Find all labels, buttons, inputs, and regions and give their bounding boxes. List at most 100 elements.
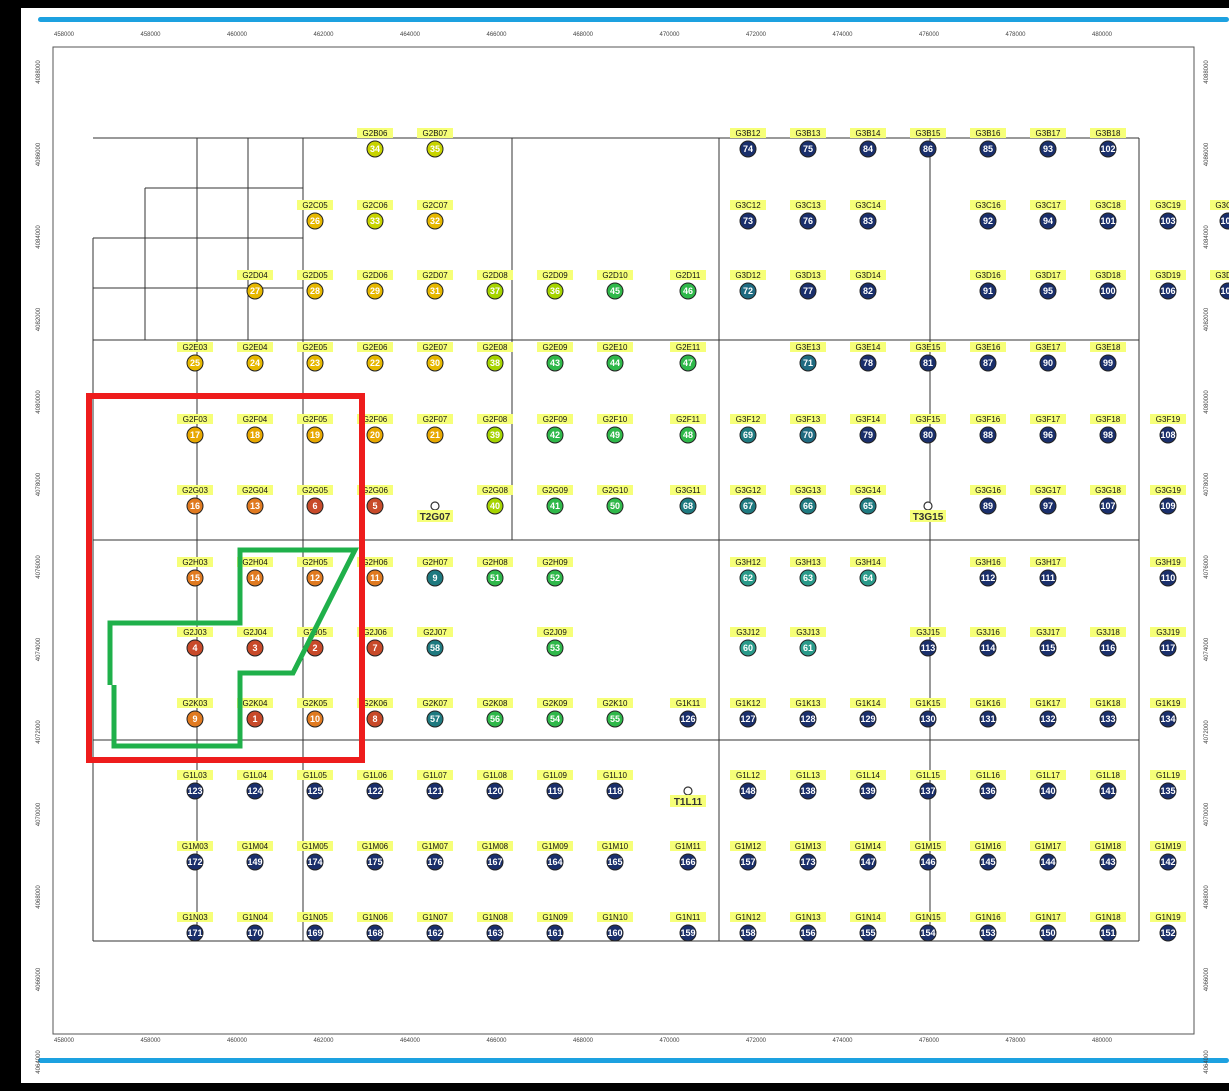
- station-g1m08[interactable]: G1M08 167: [477, 841, 513, 871]
- station-g3e17[interactable]: G3E17 90: [1030, 342, 1066, 372]
- station-g1l15[interactable]: G1L15 137: [910, 770, 946, 800]
- station-g2d05[interactable]: G2D05 28: [297, 270, 333, 300]
- station-g3b14[interactable]: G3B14 84: [850, 128, 886, 158]
- station-g2f04[interactable]: G2F04 18: [237, 414, 273, 444]
- station-g2j07[interactable]: G2J07 58: [417, 627, 453, 657]
- station-g1m15[interactable]: G1M15 146: [910, 841, 946, 871]
- station-g1n14[interactable]: G1N14 155: [850, 912, 886, 942]
- station-g1m05[interactable]: G1M05 174: [297, 841, 333, 871]
- station-g2k03[interactable]: G2K03 9: [177, 698, 213, 728]
- station-g2d08[interactable]: G2D08 37: [477, 270, 513, 300]
- station-g3d14[interactable]: G3D14 82: [850, 270, 886, 300]
- station-g2g03[interactable]: G2G03 16: [177, 485, 213, 515]
- station-g3c16[interactable]: G3C16 92: [970, 200, 1006, 230]
- station-g3h13[interactable]: G3H13 63: [790, 557, 826, 587]
- station-g3j18[interactable]: G3J18 116: [1090, 627, 1126, 657]
- station-g3f15[interactable]: G3F15 80: [910, 414, 946, 444]
- station-g2f11[interactable]: G2F11 48: [670, 414, 706, 444]
- station-g1m18[interactable]: G1M18 143: [1090, 841, 1126, 871]
- station-g1l03[interactable]: G1L03 123: [177, 770, 213, 800]
- station-g2k08[interactable]: G2K08 56: [477, 698, 513, 728]
- station-g1n03[interactable]: G1N03 171: [177, 912, 213, 942]
- station-g2e07[interactable]: G2E07 30: [417, 342, 453, 372]
- station-g2d10[interactable]: G2D10 45: [597, 270, 633, 300]
- station-g2j09[interactable]: G2J09 53: [537, 627, 573, 657]
- station-g3h16[interactable]: G3H16 112: [970, 557, 1006, 587]
- station-g2k05[interactable]: G2K05 10: [297, 698, 333, 728]
- station-g2f03[interactable]: G2F03 17: [177, 414, 213, 444]
- station-g1m19[interactable]: G1M19 142: [1150, 841, 1186, 871]
- station-g1m11[interactable]: G1M11 166: [670, 841, 706, 871]
- station-g2k07[interactable]: G2K07 57: [417, 698, 453, 728]
- station-g2f10[interactable]: G2F10 49: [597, 414, 633, 444]
- station-g1k15[interactable]: G1K15 130: [910, 698, 946, 728]
- station-g2j04[interactable]: G2J04 3: [237, 627, 273, 657]
- station-g2f05[interactable]: G2F05 19: [297, 414, 333, 444]
- station-g3b16[interactable]: G3B16 85: [970, 128, 1006, 158]
- station-g1k12[interactable]: G1K12 127: [730, 698, 766, 728]
- station-g3d12[interactable]: G3D12 72: [730, 270, 766, 300]
- station-g2c07[interactable]: G2C07 32: [417, 200, 453, 230]
- station-g3g14[interactable]: G3G14 65: [850, 485, 886, 515]
- station-g3d18[interactable]: G3D18 100: [1090, 270, 1126, 300]
- station-g2g09[interactable]: G2G09 41: [537, 485, 573, 515]
- station-g2e06[interactable]: G2E06 22: [357, 342, 393, 372]
- station-g3g11[interactable]: G3G11 68: [670, 485, 706, 515]
- station-g1k16[interactable]: G1K16 131: [970, 698, 1006, 728]
- station-g2h05[interactable]: G2H05 12: [297, 557, 333, 587]
- station-g3e18[interactable]: G3E18 99: [1090, 342, 1126, 372]
- station-g1n10[interactable]: G1N10 160: [597, 912, 633, 942]
- station-g2e11[interactable]: G2E11 47: [670, 342, 706, 372]
- station-g2e05[interactable]: G2E05 23: [297, 342, 333, 372]
- station-g3c19[interactable]: G3C19 103: [1150, 200, 1186, 230]
- station-g3f14[interactable]: G3F14 79: [850, 414, 886, 444]
- station-g3c14[interactable]: G3C14 83: [850, 200, 886, 230]
- open-station-t3g15[interactable]: T3G15: [910, 501, 946, 523]
- station-g3j12[interactable]: G3J12 60: [730, 627, 766, 657]
- station-g1n07[interactable]: G1N07 162: [417, 912, 453, 942]
- station-g1m12[interactable]: G1M12 157: [730, 841, 766, 871]
- station-g3b15[interactable]: G3B15 86: [910, 128, 946, 158]
- station-g3f19[interactable]: G3F19 108: [1150, 414, 1186, 444]
- station-g2f08[interactable]: G2F08 39: [477, 414, 513, 444]
- station-g1n05[interactable]: G1N05 169: [297, 912, 333, 942]
- station-g3d20[interactable]: G3D20 105: [1210, 270, 1229, 300]
- station-g1l18[interactable]: G1L18 141: [1090, 770, 1126, 800]
- station-g3b13[interactable]: G3B13 75: [790, 128, 826, 158]
- station-g2f07[interactable]: G2F07 21: [417, 414, 453, 444]
- station-g1l08[interactable]: G1L08 120: [477, 770, 513, 800]
- station-g2g08[interactable]: G2G08 40: [477, 485, 513, 515]
- station-g3f17[interactable]: G3F17 96: [1030, 414, 1066, 444]
- station-g1n13[interactable]: G1N13 156: [790, 912, 826, 942]
- station-g1n12[interactable]: G1N12 158: [730, 912, 766, 942]
- station-g1m16[interactable]: G1M16 145: [970, 841, 1006, 871]
- station-g3e13[interactable]: G3E13 71: [790, 342, 826, 372]
- station-g3j17[interactable]: G3J17 115: [1030, 627, 1066, 657]
- station-g1l13[interactable]: G1L13 138: [790, 770, 826, 800]
- station-g1l17[interactable]: G1L17 140: [1030, 770, 1066, 800]
- station-g2g10[interactable]: G2G10 50: [597, 485, 633, 515]
- station-g3g12[interactable]: G3G12 67: [730, 485, 766, 515]
- station-g1m13[interactable]: G1M13 173: [790, 841, 826, 871]
- station-g2h09[interactable]: G2H09 52: [537, 557, 573, 587]
- station-g1l07[interactable]: G1L07 121: [417, 770, 453, 800]
- station-g3d17[interactable]: G3D17 95: [1030, 270, 1066, 300]
- station-g1m17[interactable]: G1M17 144: [1030, 841, 1066, 871]
- station-g1k18[interactable]: G1K18 133: [1090, 698, 1126, 728]
- station-g3g18[interactable]: G3G18 107: [1090, 485, 1126, 515]
- station-g2c05[interactable]: G2C05 26: [297, 200, 333, 230]
- station-g2b07[interactable]: G2B07 35: [417, 128, 453, 158]
- station-g2e10[interactable]: G2E10 44: [597, 342, 633, 372]
- station-g2e04[interactable]: G2E04 24: [237, 342, 273, 372]
- station-g3g13[interactable]: G3G13 66: [790, 485, 826, 515]
- station-g2d09[interactable]: G2D09 36: [537, 270, 573, 300]
- station-g2e03[interactable]: G2E03 25: [177, 342, 213, 372]
- station-g2h03[interactable]: G2H03 15: [177, 557, 213, 587]
- station-g1m14[interactable]: G1M14 147: [850, 841, 886, 871]
- station-g2d11[interactable]: G2D11 46: [670, 270, 706, 300]
- station-g1m09[interactable]: G1M09 164: [537, 841, 573, 871]
- station-g1l12[interactable]: G1L12 148: [730, 770, 766, 800]
- station-g3h14[interactable]: G3H14 64: [850, 557, 886, 587]
- station-g1m06[interactable]: G1M06 175: [357, 841, 393, 871]
- station-g1n11[interactable]: G1N11 159: [670, 912, 706, 942]
